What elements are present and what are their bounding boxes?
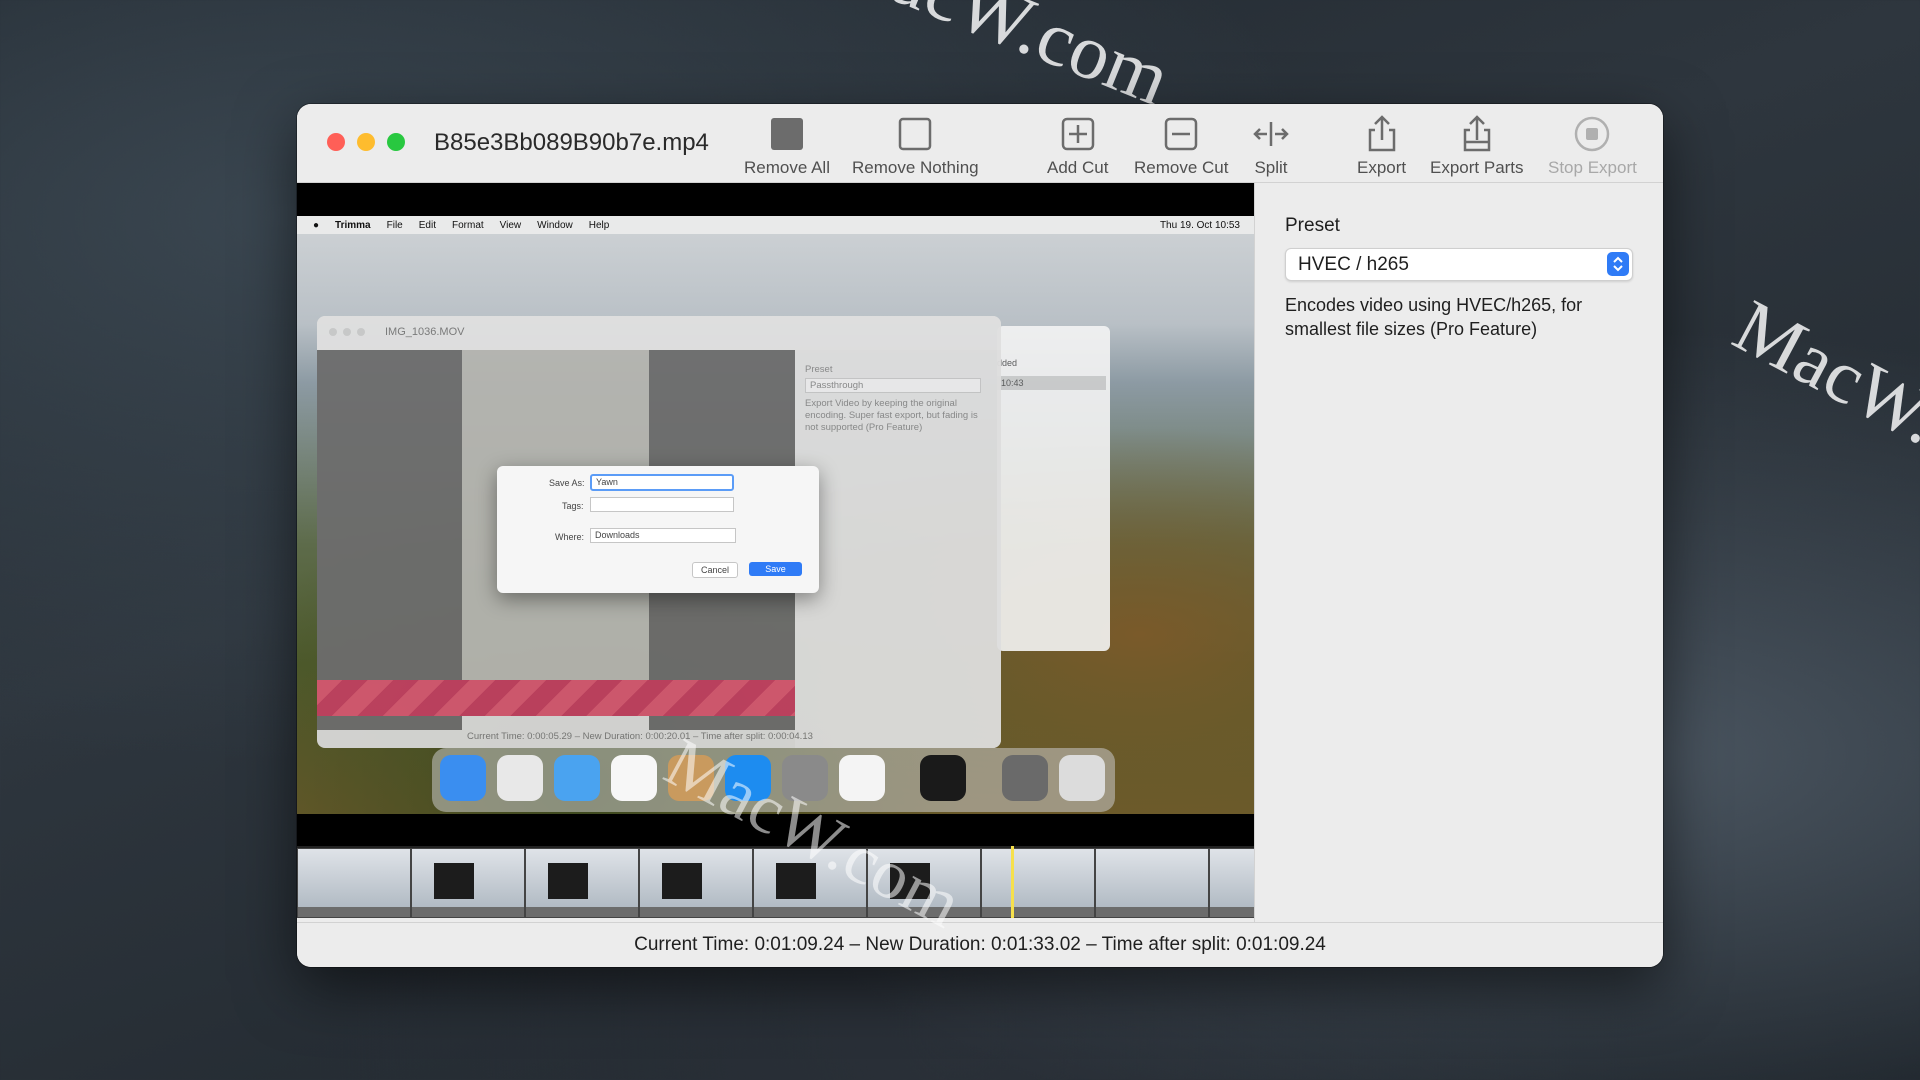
split-arrows-icon [1253,122,1289,146]
status-bar: Current Time: 0:01:09.24 – New Duration:… [297,922,1663,967]
add-cut-label: Add Cut [1047,158,1109,177]
watermark: MacW.com [1720,283,1920,523]
stop-export-button[interactable]: Stop Export [1548,114,1637,178]
export-parts-button[interactable]: Export Parts [1430,114,1524,178]
export-label: Export [1357,158,1407,177]
timeline-thumbnail [981,848,1095,918]
preset-label: Preset [1285,215,1340,236]
close-window-button[interactable] [327,133,345,151]
video-side-panel: dded 10:43 [997,326,1110,651]
timeline-thumbnail [411,848,525,918]
menubar-item: File [386,219,403,231]
minimize-window-button[interactable] [357,133,375,151]
window-title: B85e3Bb089B90b7e.mp4 [434,129,709,156]
remove-all-button[interactable]: Remove All [744,114,830,178]
preset-select[interactable]: HVEC / h265 [1285,248,1633,281]
remove-cut-label: Remove Cut [1134,158,1229,177]
filled-square-icon [770,118,803,150]
app-window: B85e3Bb089B90b7e.mp4 Remove All Remove N… [297,104,1663,967]
video-preview[interactable]: ● Trimma File Edit Format View Window He… [297,183,1254,846]
menubar-item: Format [451,219,484,231]
toolbar: B85e3Bb089B90b7e.mp4 Remove All Remove N… [297,104,1663,183]
app-icon [839,755,885,801]
add-cut-button[interactable]: Add Cut [1047,114,1108,178]
safari-icon [554,755,600,801]
inner-window-title: IMG_1036.MOV [385,326,465,338]
inner-preset-label: Preset [805,364,833,375]
quicktime-icon [920,755,966,801]
dialog-cancel-button: Cancel [692,562,738,578]
export-button[interactable]: Export [1357,114,1406,178]
minus-square-icon [1164,117,1198,151]
menubar-item: Window [537,219,573,231]
preset-description: Encodes video using HVEC/h265, for small… [1285,295,1583,339]
maximize-window-button[interactable] [387,133,405,151]
empty-square-icon [899,117,932,151]
inner-preset-value: Passthrough [805,378,981,393]
share-multiple-icon [1463,115,1491,152]
launchpad-icon [497,755,543,801]
menubar-clock: Thu 19. Oct 10:53 [1159,219,1240,231]
remove-all-label: Remove All [744,158,830,177]
menubar-item: View [499,219,522,231]
menubar-item: Edit [418,219,436,231]
chevron-up-down-icon [1607,252,1629,276]
document-icon [1002,755,1048,801]
plus-square-icon [1061,117,1094,151]
timeline-thumbnail [297,848,411,918]
inner-preset-desc: Export Video by keeping the original enc… [805,398,978,433]
tags-field [590,497,734,512]
remove-cut-button[interactable]: Remove Cut [1134,114,1228,178]
timeline-thumbnail [1209,848,1254,918]
export-sidebar: Preset HVEC / h265 Encodes video using H… [1254,183,1663,922]
finder-icon [440,755,486,801]
trash-icon [1059,755,1105,801]
tags-label: Tags: [562,501,584,511]
menubar-item: Help [588,219,610,231]
split-label: Split [1254,158,1288,177]
preset-select-value: HVEC / h265 [1298,254,1409,275]
timeline-playhead[interactable] [1011,846,1014,918]
calendar-icon [611,755,657,801]
share-icon [1368,115,1395,152]
split-button[interactable]: Split [1251,114,1291,178]
save-as-field: Yawn [590,474,734,491]
remove-nothing-label: Remove Nothing [852,158,979,177]
save-as-label: Save As: [549,478,585,488]
menubar-app: Trimma [335,219,371,231]
stop-circle-icon [1575,116,1610,152]
timeline-thumbnail [525,848,639,918]
video-menubar: ● Trimma File Edit Format View Window He… [297,216,1254,234]
timeline-thumbnail [639,848,753,918]
video-frame: ● Trimma File Edit Format View Window He… [297,216,1254,814]
export-parts-label: Export Parts [1430,158,1524,177]
where-label: Where: [555,532,585,542]
inner-status: Current Time: 0:00:05.29 – New Duration:… [467,731,813,742]
save-dialog: Save As: Yawn Tags: Where: Downloads Can… [497,466,819,593]
apple-icon: ● [313,219,320,231]
timeline-thumbnail [1095,848,1209,918]
stop-export-label: Stop Export [1548,158,1637,177]
dialog-save-button: Save [749,562,802,576]
side-panel-time: 10:43 [997,376,1106,390]
remove-nothing-button[interactable]: Remove Nothing [852,114,979,178]
where-select: Downloads [590,528,736,543]
